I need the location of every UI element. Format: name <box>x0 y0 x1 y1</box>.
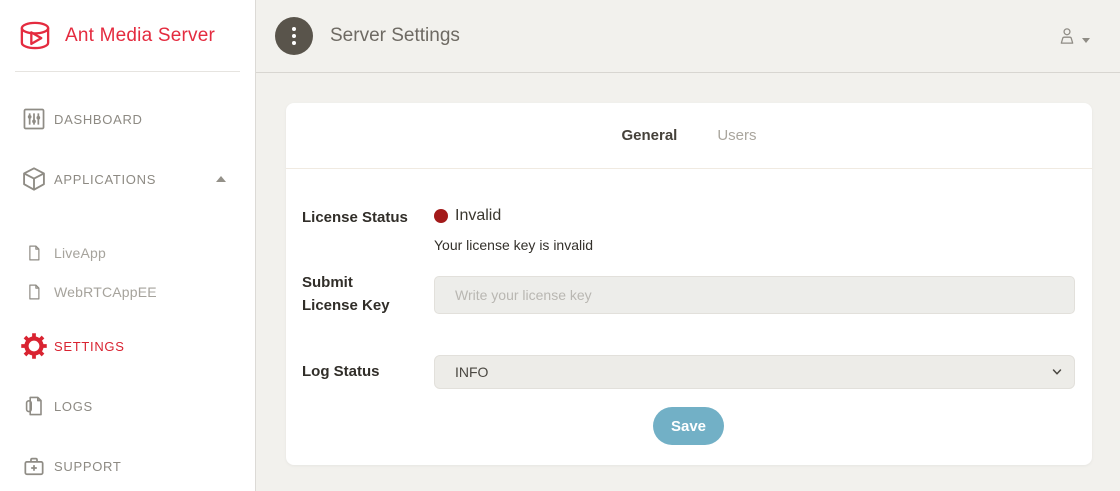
settings-tabbar: General Users <box>286 103 1092 169</box>
license-status-row: License Status Invalid Your license key … <box>302 207 1075 253</box>
license-key-row: Submit License Key <box>302 272 1075 317</box>
user-menu[interactable] <box>1056 25 1090 47</box>
ellipsis-dot <box>292 41 296 45</box>
sidebar-item-label: SUPPORT <box>54 459 122 474</box>
sidebar-item-applications[interactable]: APPLICATIONS <box>0 159 255 199</box>
license-status-label: License Status <box>302 207 434 230</box>
content-area: General Users License Status Invalid You… <box>256 73 1120 491</box>
license-key-label: Submit License Key <box>302 272 434 317</box>
file-icon <box>14 244 54 262</box>
license-key-control <box>434 276 1075 314</box>
ellipsis-dot <box>292 27 296 31</box>
log-status-select[interactable]: INFO <box>434 355 1075 389</box>
log-status-label: Log Status <box>302 361 434 384</box>
log-status-control: INFO <box>434 355 1075 389</box>
log-status-row: Log Status INFO <box>302 355 1075 389</box>
user-icon <box>1056 25 1078 47</box>
sidebar-item-settings[interactable]: SETTINGS <box>0 326 255 366</box>
log-status-select-wrap: INFO <box>434 355 1075 389</box>
settings-card: General Users License Status Invalid You… <box>286 103 1092 465</box>
tab-general[interactable]: General <box>619 123 679 148</box>
sidebar-item-support[interactable]: SUPPORT <box>0 446 255 486</box>
license-status-value: Invalid <box>455 207 501 225</box>
support-icon <box>14 453 54 479</box>
sidebar-item-dashboard[interactable]: DASHBOARD <box>0 99 255 139</box>
antmedia-logo-icon <box>14 15 56 57</box>
sidebar-divider <box>15 71 240 72</box>
app-window: Ant Media Server DASHBOARD <box>0 0 1120 491</box>
menu-ellipsis-button[interactable] <box>275 17 313 55</box>
collapse-caret-icon[interactable] <box>216 176 226 182</box>
save-button[interactable]: Save <box>653 407 724 445</box>
settings-form: License Status Invalid Your license key … <box>286 169 1092 445</box>
brand-logo[interactable]: Ant Media Server <box>0 0 255 71</box>
sidebar-item-label: LiveApp <box>54 245 106 261</box>
page-title: Server Settings <box>330 25 460 47</box>
sidebar-item-label: WebRTCAppEE <box>54 284 157 300</box>
logs-icon <box>14 394 54 418</box>
sidebar-item-webrtcappee[interactable]: WebRTCAppEE <box>0 273 255 311</box>
main-column: Server Settings General Users License <box>256 0 1120 491</box>
sidebar-item-label: APPLICATIONS <box>54 172 156 187</box>
brand-name: Ant Media Server <box>65 25 215 47</box>
status-dot-icon <box>434 209 448 223</box>
save-row: Save <box>302 407 1075 445</box>
file-icon <box>14 283 54 301</box>
sidebar: Ant Media Server DASHBOARD <box>0 0 256 491</box>
chevron-down-icon <box>1082 38 1090 43</box>
sidebar-item-label: SETTINGS <box>54 339 125 354</box>
page-header: Server Settings <box>256 0 1120 73</box>
license-status-helper: Your license key is invalid <box>434 237 1075 253</box>
ellipsis-dot <box>292 34 296 38</box>
license-status-value-group: Invalid Your license key is invalid <box>434 207 1075 253</box>
sidebar-item-label: DASHBOARD <box>54 112 143 127</box>
applications-icon <box>14 165 54 193</box>
sidebar-item-label: LOGS <box>54 399 93 414</box>
gear-icon <box>14 331 54 361</box>
dashboard-icon <box>14 106 54 132</box>
tab-users[interactable]: Users <box>715 123 758 148</box>
sidebar-nav: DASHBOARD APPLICATIONS <box>0 99 255 486</box>
sidebar-item-liveapp[interactable]: LiveApp <box>0 234 255 272</box>
license-status-line: Invalid <box>434 207 1075 225</box>
sidebar-item-logs[interactable]: LOGS <box>0 386 255 426</box>
license-key-input[interactable] <box>434 276 1075 314</box>
